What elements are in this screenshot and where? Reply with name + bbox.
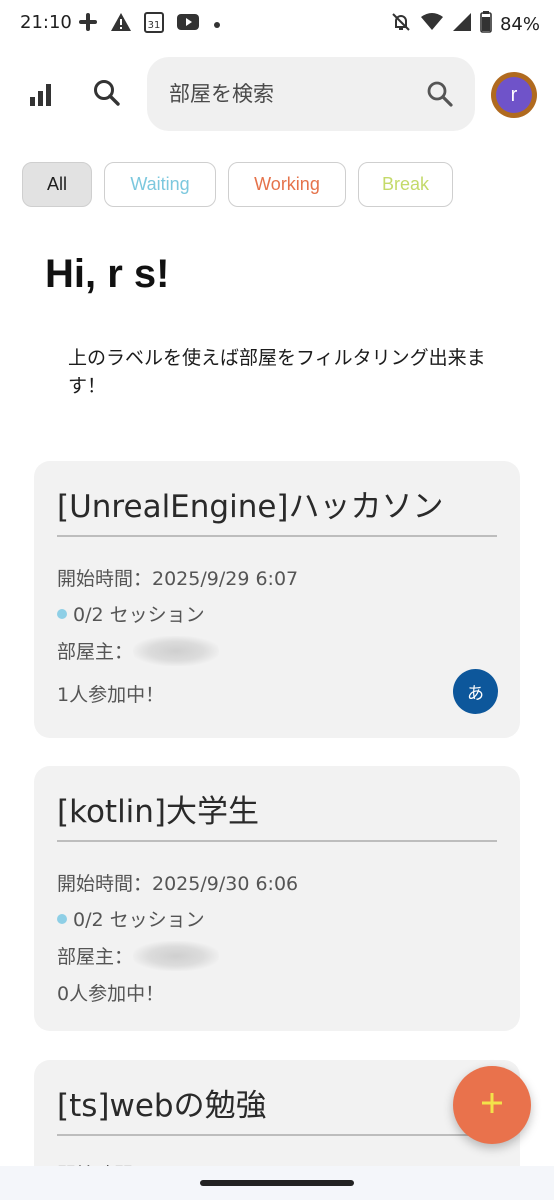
owner-name-blurred: [133, 940, 220, 971]
filter-hint-text: 上のラベルを使えば部屋をフィルタリング出来ます！: [68, 347, 486, 397]
search-icon: [88, 74, 126, 116]
youtube-icon: [176, 13, 200, 35]
room-title: [ts]webの勉強: [57, 1088, 267, 1124]
room-sessions: 0/2 セッション: [57, 600, 205, 627]
avatar-letter: r: [496, 77, 532, 113]
room-owner: 部屋主：: [57, 635, 220, 668]
room-start-time: 開始時間：2025/9/29 6:07: [57, 568, 299, 590]
wifi-icon: [420, 12, 444, 36]
room-owner-label: 部屋主：: [57, 946, 134, 968]
room-card[interactable]: [kotlin]大学生 開始時間：2025/9/30 6:06 0/2 セッショ…: [34, 766, 520, 1031]
filter-chip-working[interactable]: Working: [228, 162, 346, 207]
greeting-heading: Hi, r s!: [45, 252, 170, 296]
stats-button[interactable]: [22, 76, 58, 112]
room-title: [UnrealEngine]ハッカソン: [57, 489, 444, 525]
room-owner: 部屋主：: [57, 940, 220, 973]
navigation-bar: [0, 1166, 554, 1200]
dot-icon: [212, 15, 222, 34]
battery-percent: 84%: [499, 13, 540, 35]
top-app-bar: r: [0, 56, 554, 132]
session-status-dot: [57, 913, 67, 924]
search-input[interactable]: [169, 75, 409, 113]
search-button[interactable]: [88, 74, 126, 112]
session-status-dot: [57, 608, 67, 619]
room-divider: [57, 535, 497, 537]
bar-chart-icon: [22, 76, 58, 116]
search-submit-icon[interactable]: [425, 79, 455, 109]
battery-icon: [480, 11, 492, 37]
screen: 21:10 31 84% 部屋を検索 r All Waiting Working…: [0, 0, 554, 1200]
filter-chip-waiting[interactable]: Waiting: [104, 162, 216, 207]
signal-icon: [452, 12, 472, 36]
owner-name-blurred: [133, 635, 220, 666]
room-participants: 1人参加中！: [57, 684, 165, 706]
room-title: [kotlin]大学生: [57, 794, 260, 830]
member-avatar[interactable]: あ: [453, 669, 498, 714]
room-divider: [57, 1134, 497, 1136]
filter-chip-all[interactable]: All: [22, 162, 92, 207]
filter-chip-break[interactable]: Break: [358, 162, 453, 207]
room-card[interactable]: [UnrealEngine]ハッカソン 開始時間：2025/9/29 6:07 …: [34, 461, 520, 738]
warning-icon: [110, 12, 132, 36]
home-gesture-handle[interactable]: [200, 1180, 354, 1186]
room-sessions-text: 0/2 セッション: [73, 604, 205, 626]
create-room-button[interactable]: [453, 1066, 531, 1144]
status-right-icons: 84%: [390, 11, 540, 37]
room-owner-label: 部屋主：: [57, 641, 134, 663]
plus-icon: [479, 1090, 505, 1120]
status-bar: 21:10 31 84%: [0, 0, 554, 48]
room-sessions: 0/2 セッション: [57, 905, 205, 932]
status-left-icons: 31: [78, 11, 222, 37]
room-search-bar[interactable]: [147, 57, 475, 131]
room-sessions-text: 0/2 セッション: [73, 909, 205, 931]
calendar-icon: 31: [144, 11, 164, 37]
room-participants: 0人参加中！: [57, 983, 165, 1005]
profile-avatar[interactable]: r: [491, 72, 537, 118]
room-start-time: 開始時間：2025/9/30 6:06: [57, 873, 299, 895]
slack-icon: [78, 12, 98, 36]
room-divider: [57, 840, 497, 842]
calendar-day: 31: [148, 20, 161, 31]
notifications-off-icon: [390, 11, 412, 37]
status-time: 21:10: [20, 12, 72, 33]
status-filter-chips: All Waiting Working Break: [22, 162, 453, 207]
